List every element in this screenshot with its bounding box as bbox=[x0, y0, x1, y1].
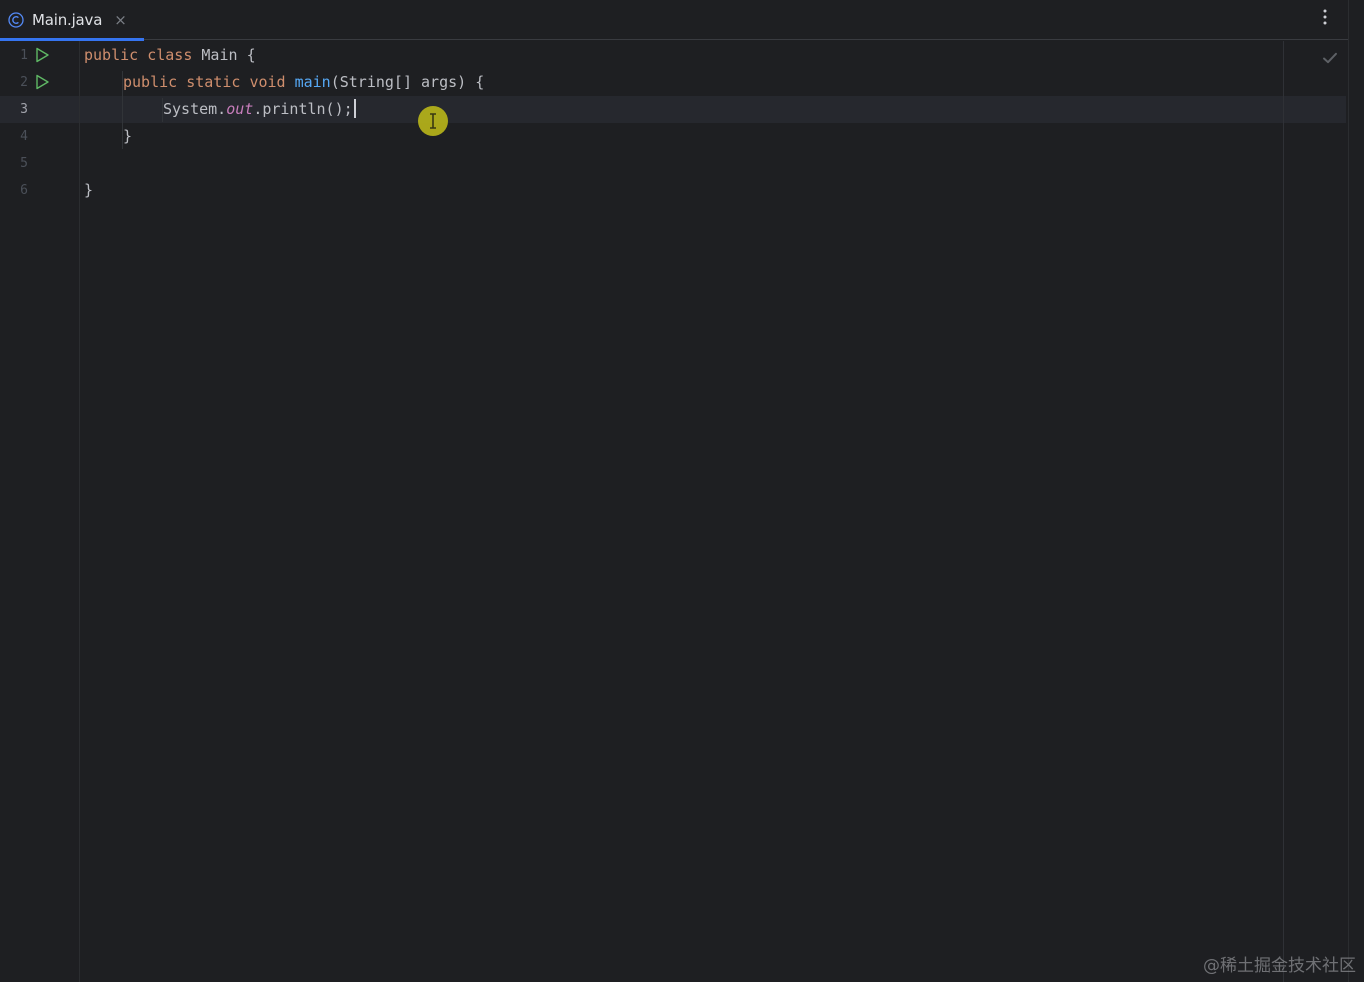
method-name: main bbox=[294, 73, 331, 91]
close-icon[interactable]: × bbox=[114, 12, 127, 28]
parameters: (String[] args) bbox=[330, 73, 467, 91]
line-number: 5 bbox=[20, 156, 28, 171]
static-field: out bbox=[226, 100, 254, 118]
keyword: static bbox=[186, 73, 241, 91]
keyword: class bbox=[147, 46, 193, 64]
code-line-2: public static void main(String[] args) { bbox=[123, 69, 484, 96]
code-line-4: } bbox=[123, 127, 133, 145]
class-name: Main bbox=[201, 46, 238, 64]
watermark: @稀土掘金技术社区 bbox=[1203, 956, 1356, 976]
code-line-1: public class Main { bbox=[84, 42, 256, 69]
keyword: void bbox=[249, 73, 286, 91]
method-call: .println(); bbox=[253, 100, 353, 118]
editor-tab-bar: Main.java × bbox=[0, 0, 1348, 41]
line-number: 4 bbox=[20, 129, 28, 144]
editor-gutter[interactable]: 1 2 3 4 5 6 bbox=[0, 41, 80, 982]
run-icon[interactable] bbox=[34, 74, 50, 90]
class-icon bbox=[8, 12, 24, 28]
code-line-3: System.out.println(); bbox=[163, 96, 356, 123]
line-number: 6 bbox=[20, 183, 28, 198]
keyword: public bbox=[84, 46, 139, 64]
tab-main-java[interactable]: Main.java × bbox=[0, 0, 144, 41]
code-text-area[interactable]: public class Main { public static void m… bbox=[84, 41, 1282, 982]
brace: { bbox=[246, 46, 256, 64]
check-icon[interactable] bbox=[1321, 49, 1339, 67]
vertical-ellipsis-icon[interactable] bbox=[1316, 6, 1334, 28]
right-margin-guide bbox=[1283, 41, 1284, 982]
code-line-6: } bbox=[84, 181, 94, 199]
editor-scrollbar[interactable] bbox=[1348, 0, 1364, 982]
keyword: public bbox=[123, 73, 178, 91]
line-number-current: 3 bbox=[20, 102, 28, 117]
mouse-cursor-icon bbox=[418, 106, 448, 136]
line-number: 2 bbox=[20, 75, 28, 90]
line-number: 1 bbox=[20, 48, 28, 63]
text-caret bbox=[353, 98, 356, 118]
code-editor[interactable]: 1 2 3 4 5 6 public class Main { public s… bbox=[0, 41, 1348, 982]
run-icon[interactable] bbox=[34, 47, 50, 63]
ide-window: Main.java × 1 2 3 4 5 6 public class Mai… bbox=[0, 0, 1364, 982]
tab-label: Main.java bbox=[32, 11, 103, 29]
brace: { bbox=[475, 73, 485, 91]
object-ref: System. bbox=[163, 100, 227, 118]
